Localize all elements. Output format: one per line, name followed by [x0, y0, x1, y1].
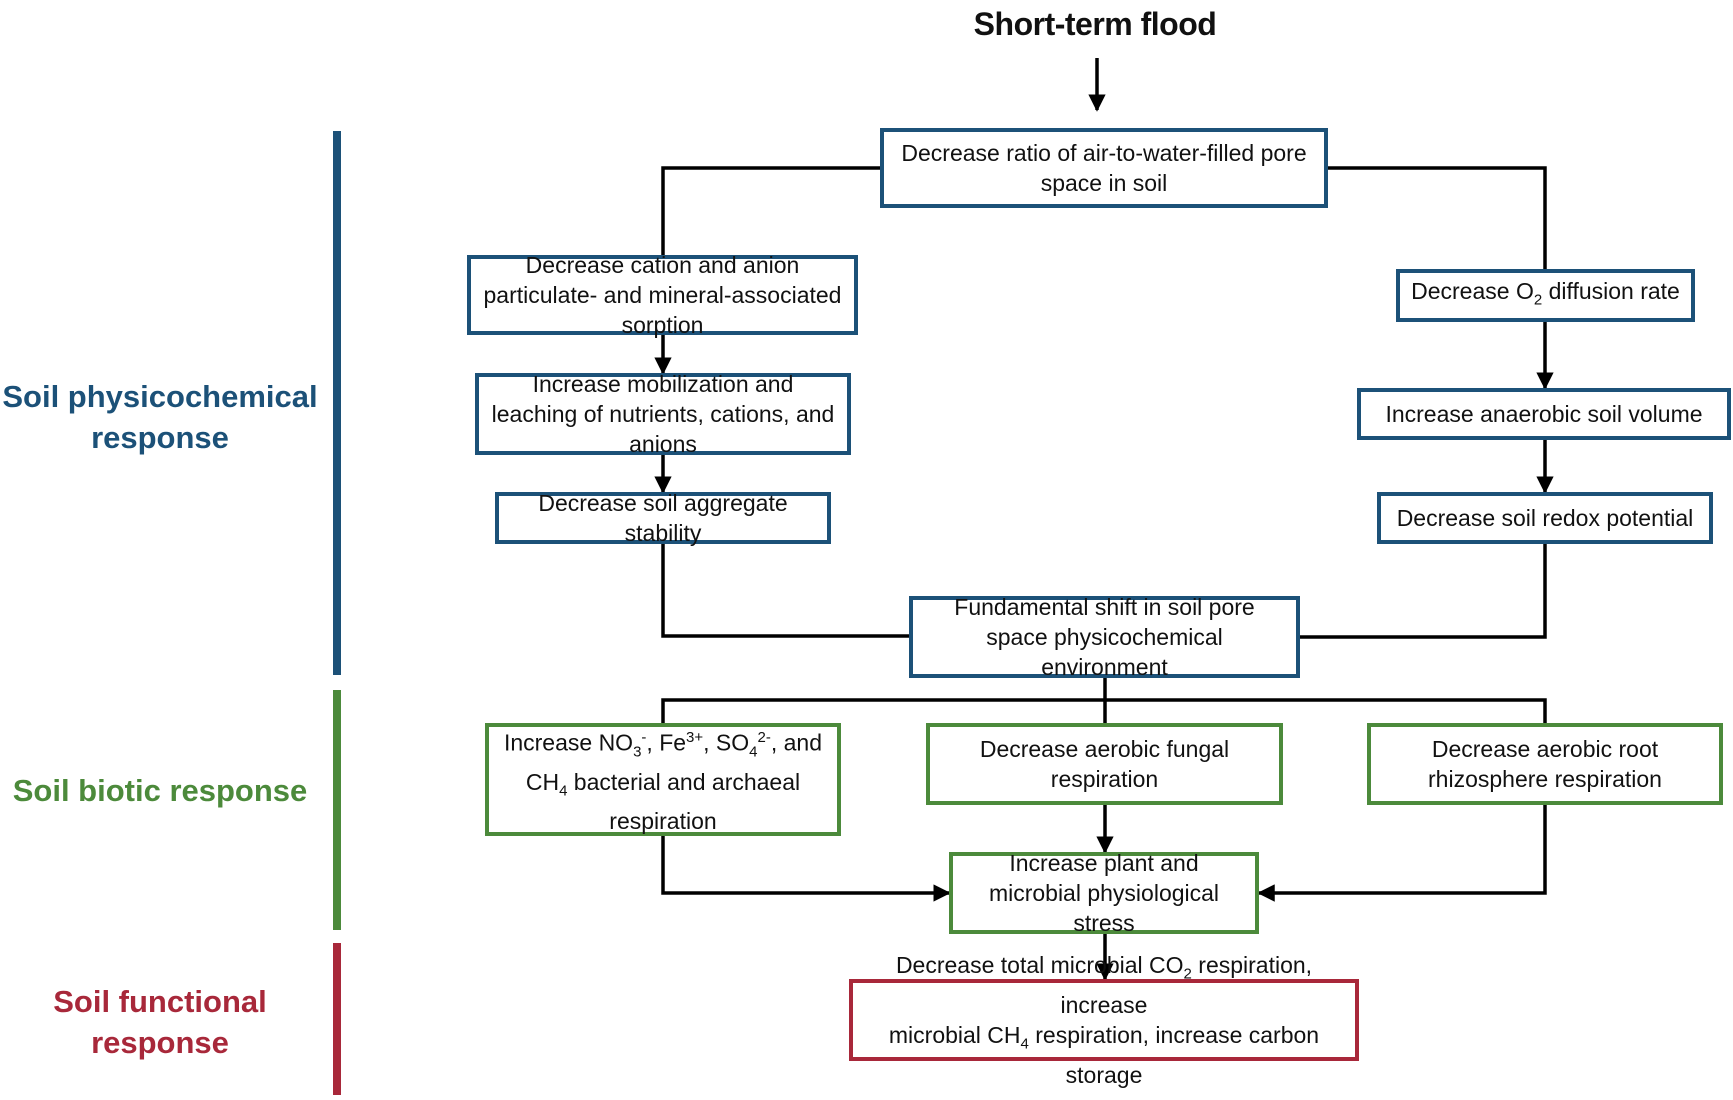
section-label-physicochemical: Soil physicochemical response: [2, 379, 318, 455]
final-storage: respiration, increase carbon storage: [1028, 1022, 1320, 1088]
node-alt-respiration: Increase NO3-, Fe3+, SO42-, and CH4 bact…: [485, 723, 841, 836]
resp-so-sub: 4: [749, 742, 758, 760]
node-anaerobic: Increase anaerobic soil volume: [1357, 388, 1731, 440]
resp-fe: , Fe: [646, 729, 687, 756]
node-root-text: Decrease aerobic root rhizosphere respir…: [1428, 736, 1662, 792]
resp-bacterial: bacterial and archaeal: [567, 768, 801, 795]
section-bar-biotic: [333, 690, 341, 930]
node-mobilization: Increase mobilization and leaching of nu…: [475, 371, 851, 457]
node-sorption: Decrease cation and anion particulate- a…: [467, 252, 858, 338]
node-stress: Increase plant and microbial physiologic…: [949, 850, 1259, 936]
node-pore-ratio: Decrease ratio of air-to-water-filled po…: [880, 128, 1328, 208]
section-bar-physicochemical: [333, 131, 341, 675]
node-shift: Fundamental shift in soil pore space phy…: [909, 594, 1300, 680]
resp-so: , SO: [703, 729, 750, 756]
connector-pore-left: [661, 166, 882, 257]
diagram-title: Short-term flood: [973, 6, 1217, 42]
node-pore-ratio-text: Decrease ratio of air-to-water-filled po…: [901, 140, 1307, 196]
final-co-sub: 2: [1183, 966, 1192, 983]
connector-layer: [654, 58, 1554, 981]
o2-subscript: 2: [1533, 291, 1543, 309]
node-fungal: Decrease aerobic fungal respiration: [926, 723, 1283, 805]
node-aggregate: Decrease soil aggregate stability: [495, 490, 831, 546]
node-final-outcome-text: Decrease total microbial CO2 respiration…: [863, 950, 1345, 1089]
node-fungal-text: Decrease aerobic fungal respiration: [979, 736, 1230, 792]
node-aggregate-text: Decrease soil aggregate stability: [538, 490, 788, 546]
section-label-functional: Soil functional response: [53, 984, 267, 1060]
node-o2-diffusion-text: Decrease O2 diffusion rate: [1411, 276, 1680, 316]
section-bar-functional: [333, 943, 341, 1095]
o2-text-a: Decrease O: [1411, 277, 1534, 304]
node-sorption-text: Decrease cation and anion particulate- a…: [483, 252, 842, 338]
final-ch-sub: 4: [1020, 1035, 1029, 1053]
resp-fe-sup: 3+: [686, 728, 704, 746]
final-ch: microbial CH: [888, 1022, 1021, 1048]
node-redox: Decrease soil redox potential: [1377, 492, 1713, 544]
resp-ch: CH: [525, 768, 560, 795]
flowchart: Short-term flood Soil physicochemical re…: [0, 0, 1733, 1100]
resp-respiration: respiration: [609, 808, 717, 835]
resp-no: Increase NO: [503, 729, 634, 756]
final-co: Decrease total microbial CO: [895, 952, 1184, 979]
arrow-root-to-stress: [1257, 803, 1547, 902]
connector-pore-right: [1327, 166, 1547, 272]
node-o2-diffusion: Decrease O2 diffusion rate: [1396, 269, 1695, 322]
arrow-respiration-to-stress: [661, 834, 951, 902]
resp-and: , and: [770, 729, 823, 756]
node-shift-text: Fundamental shift in soil pore space phy…: [954, 594, 1255, 680]
node-redox-text: Decrease soil redox potential: [1396, 505, 1694, 531]
section-label-biotic: Soil biotic response: [12, 773, 308, 808]
node-anaerobic-text: Increase anaerobic soil volume: [1385, 401, 1703, 427]
node-final-outcome: Decrease total microbial CO2 respiration…: [849, 952, 1359, 1088]
node-root: Decrease aerobic root rhizosphere respir…: [1367, 723, 1723, 805]
connector-aggregate-to-shift: [661, 542, 912, 638]
node-alt-respiration-text: Increase NO3-, Fe3+, SO42-, and CH4 bact…: [504, 723, 822, 837]
o2-text-b: diffusion rate: [1542, 277, 1680, 304]
node-mobilization-text: Increase mobilization and leaching of nu…: [491, 371, 835, 457]
resp-so-sup: 2-: [757, 728, 771, 746]
node-stress-text: Increase plant and microbial physiologic…: [988, 850, 1220, 936]
connector-redox-to-shift: [1297, 542, 1547, 639]
